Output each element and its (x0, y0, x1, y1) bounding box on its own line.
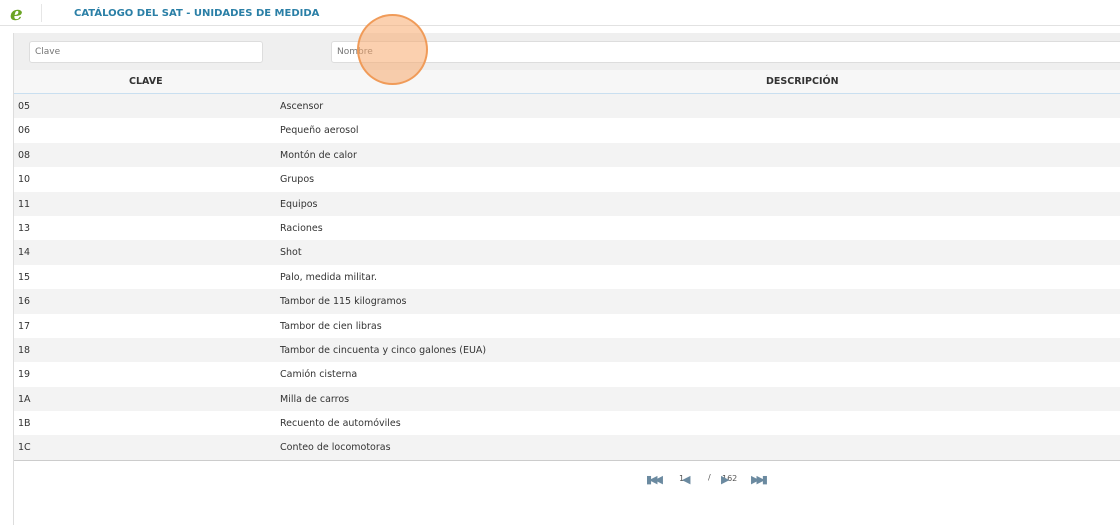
table-header: CLAVE DESCRIPCIÓN (14, 70, 1120, 94)
table-row[interactable]: 11 Equipos (14, 191, 1120, 216)
cell-descripcion: Shot (280, 247, 302, 259)
next-page-icon[interactable]: ▶ (721, 473, 729, 486)
column-header-clave[interactable]: CLAVE (129, 76, 163, 87)
cursor-highlight (357, 14, 428, 85)
cell-descripcion: Montón de calor (280, 149, 357, 161)
column-header-descripcion[interactable]: DESCRIPCIÓN (766, 76, 839, 87)
cell-descripcion: Raciones (280, 222, 323, 234)
table-row[interactable]: 18 Tambor de cincuenta y cinco galones (E… (14, 337, 1120, 363)
table-row[interactable]: 05 Ascensor (14, 94, 1120, 119)
last-page-icon[interactable]: ▶▶▮ (751, 473, 768, 486)
cell-descripcion: Ascensor (280, 101, 324, 112)
cell-descripcion: Tambor de 115 kilogramos (280, 296, 407, 308)
cell-descripcion: Equipos (280, 198, 318, 210)
first-page-icon[interactable]: ▮◀◀ (646, 473, 663, 486)
cell-clave: 15 (18, 271, 31, 283)
cell-descripcion: Pequeño aerosol (280, 125, 359, 137)
cell-clave: 1A (18, 393, 31, 405)
table-row[interactable]: 1A Milla de carros (14, 386, 1120, 412)
cell-clave: 13 (18, 222, 31, 234)
app-header: e CATÁLOGO DEL SAT - UNIDADES DE MEDIDA (0, 0, 1120, 26)
cell-descripcion: Recuento de automóviles (280, 418, 401, 430)
cell-clave: 19 (18, 369, 31, 381)
cell-clave: 14 (18, 247, 31, 259)
divider (41, 4, 42, 22)
table-row[interactable]: 17 Tambor de cien libras (14, 314, 1120, 338)
table-row[interactable]: 16 Tambor de 115 kilogramos (14, 289, 1120, 314)
table-row[interactable]: 15 Palo, medida militar. (14, 265, 1120, 289)
cell-descripcion: Camión cisterna (280, 369, 358, 381)
page-separator: / (708, 473, 711, 482)
table-row[interactable]: 08 Montón de calor (14, 142, 1120, 168)
cell-clave: 06 (18, 125, 31, 137)
cell-descripcion: Tambor de cien libras (280, 320, 382, 332)
clave-filter-input[interactable] (29, 41, 263, 63)
cell-descripcion: Tambor de cincuenta y cinco galones (EUA… (280, 344, 487, 356)
table-body: 05 Ascensor 06 Pequeño aerosol 08 Montón de c… (14, 94, 1120, 461)
table-row[interactable]: 1B Recuento de automóviles (14, 411, 1120, 435)
table-row[interactable]: 13 Raciones (14, 216, 1120, 240)
cell-descripcion: Palo, medida militar. (280, 271, 378, 283)
app-logo[interactable]: e (10, 1, 23, 25)
cell-clave: 16 (18, 296, 31, 308)
cell-clave: 1B (18, 418, 31, 430)
table-row[interactable]: 19 Camión cisterna (14, 362, 1120, 386)
cell-clave: 17 (18, 320, 31, 332)
table-row[interactable]: 10 Grupos (14, 167, 1120, 191)
cell-descripcion: Grupos (280, 174, 315, 186)
cell-clave: 05 (18, 101, 31, 112)
page-title: CATÁLOGO DEL SAT - UNIDADES DE MEDIDA (74, 8, 320, 19)
table-row[interactable]: 14 Shot (14, 240, 1120, 265)
cell-descripcion: Milla de carros (280, 393, 350, 405)
cell-clave: 11 (18, 198, 31, 210)
nombre-filter-input[interactable] (331, 41, 1120, 63)
pagination: 1 / 162 (0, 440, 1120, 500)
prev-page-icon[interactable]: ◀ (682, 473, 690, 486)
cell-clave: 08 (18, 149, 31, 161)
filter-bar (14, 33, 1120, 70)
cell-clave: 10 (18, 174, 31, 186)
table-row[interactable]: 06 Pequeño aerosol (14, 118, 1120, 142)
cell-clave: 18 (18, 344, 31, 356)
